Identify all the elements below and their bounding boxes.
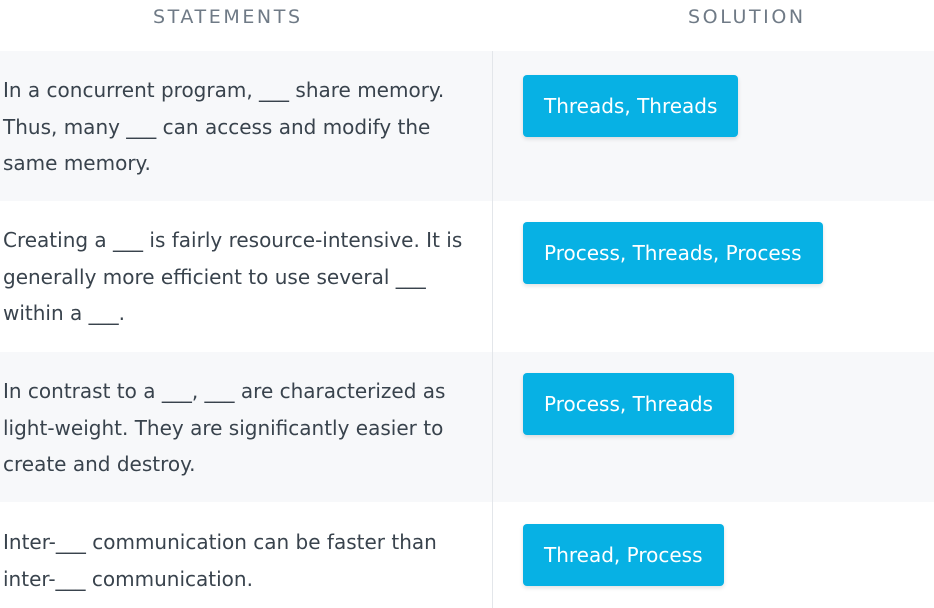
table-row: Creating a ___ is fairly resource-intens… [0,201,934,352]
statement-text: In a concurrent program, ___ share memor… [3,72,483,182]
table-row: In contrast to a ___, ___ are characteri… [0,352,934,502]
solution-button[interactable]: Threads, Threads [523,75,739,137]
statement-line: same memory. [3,151,151,175]
column-divider [492,51,493,608]
statement-line: Thus, many ___ can access and modify the [3,114,431,139]
statements-column-header: STATEMENTS [153,6,303,28]
statement-line: Inter-___ communication can be faster th… [3,530,437,554]
statement-line: inter-___ communication. [3,566,253,591]
statement-text: Creating a ___ is fairly resource-intens… [3,222,483,332]
statement-line: light-weight. They are significantly eas… [3,415,444,440]
solution-button[interactable]: Thread, Process [523,524,724,586]
solution-button[interactable]: Process, Threads [523,373,734,435]
table-row: Inter-___ communication can be faster th… [0,502,934,608]
statement-text: In contrast to a ___, ___ are characteri… [3,373,483,483]
statement-line: Creating a ___ is fairly resource-intens… [3,228,463,252]
statement-line: generally more efficient to use several … [3,264,426,289]
statement-line: create and destroy. [3,452,196,476]
solution-button[interactable]: Process, Threads, Process [523,222,823,284]
table-header: STATEMENTS SOLUTION [0,0,934,51]
table-row: In a concurrent program, ___ share memor… [0,51,934,201]
statement-line: In contrast to a ___, ___ are characteri… [3,379,446,403]
statement-text: Inter-___ communication can be faster th… [3,524,483,597]
statement-line: In a concurrent program, ___ share memor… [3,78,445,102]
statement-line: within a ___. [3,301,125,325]
solution-column-header: SOLUTION [688,6,806,28]
